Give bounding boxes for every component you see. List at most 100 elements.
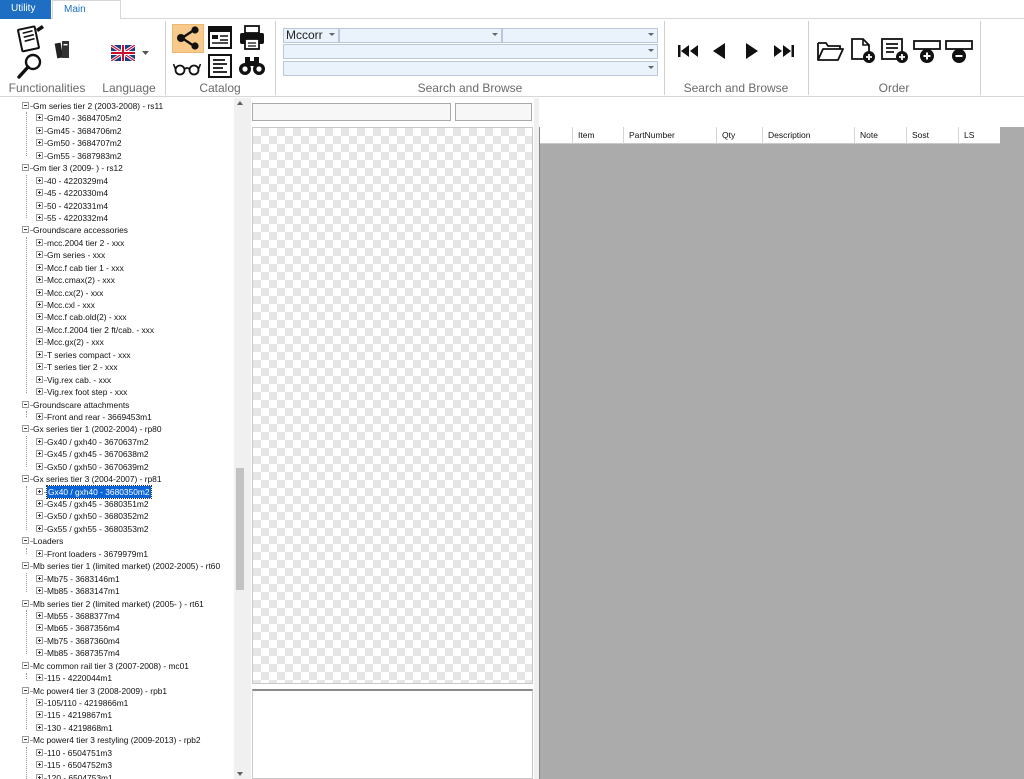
expand-icon[interactable] [36, 276, 43, 284]
tree-leaf[interactable]: Mcc.cxl - xxx [0, 299, 234, 311]
catalog-combo-5[interactable] [283, 61, 658, 76]
collapse-icon[interactable] [22, 475, 29, 483]
previous-record-icon[interactable] [710, 41, 728, 61]
expand-icon[interactable] [36, 388, 43, 396]
collapse-icon[interactable] [22, 400, 29, 408]
collapse-icon[interactable] [22, 736, 29, 744]
search-icon[interactable] [16, 52, 46, 80]
tree-leaf[interactable]: 115 - 4220044m1 [0, 672, 234, 684]
column-header-note[interactable]: Note [854, 127, 906, 144]
tree-leaf[interactable]: T series tier 2 - xxx [0, 361, 234, 373]
tree-node[interactable]: Groundscare accessories [0, 224, 234, 236]
expand-icon[interactable] [36, 699, 43, 706]
expand-icon[interactable] [36, 487, 43, 495]
collapse-icon[interactable] [22, 562, 29, 570]
tree-leaf[interactable]: Front loaders - 3679979m1 [0, 548, 234, 560]
tree-leaf[interactable]: Gx45 / gxh45 - 3670638m2 [0, 448, 234, 460]
tree-leaf[interactable]: 115 - 4219867m1 [0, 709, 234, 721]
collapse-icon[interactable] [22, 686, 29, 694]
expand-icon[interactable] [36, 773, 43, 779]
scroll-down-icon[interactable] [237, 772, 243, 776]
tree-leaf[interactable]: Gm series - xxx [0, 249, 234, 261]
tree-leaf[interactable]: Mcc.f cab.old(2) - xxx [0, 311, 234, 323]
books-icon[interactable] [54, 39, 72, 61]
new-document-icon[interactable] [849, 37, 877, 65]
parts-grid[interactable]: Item PartNumber Qty Description Note Sos… [539, 127, 1024, 779]
expand-icon[interactable] [36, 587, 43, 595]
expand-icon[interactable] [36, 450, 43, 458]
drawing-notes-area[interactable] [252, 689, 533, 779]
collapse-icon[interactable] [22, 599, 29, 607]
collapse-icon[interactable] [22, 661, 29, 669]
remove-row-icon[interactable] [944, 39, 974, 65]
tree-leaf[interactable]: Gx50 / gxh50 - 3680352m2 [0, 510, 234, 522]
expand-icon[interactable] [36, 139, 43, 147]
tree-leaf[interactable]: Mcc.cx(2) - xxx [0, 287, 234, 299]
tree-leaf[interactable]: Gx50 / gxh50 - 3670639m2 [0, 461, 234, 473]
expand-icon[interactable] [36, 251, 43, 259]
expand-icon[interactable] [36, 574, 43, 582]
tree-leaf[interactable]: Mb75 - 3687360m4 [0, 635, 234, 647]
tree-leaf[interactable]: Mb75 - 3683146m1 [0, 573, 234, 585]
expand-icon[interactable] [36, 524, 43, 532]
expand-icon[interactable] [36, 350, 43, 358]
tree-leaf[interactable]: 120 - 6504753m1 [0, 772, 234, 779]
drawing-page-field[interactable] [455, 103, 532, 121]
expand-icon[interactable] [36, 189, 43, 197]
expand-icon[interactable] [36, 288, 43, 296]
tree-leaf[interactable]: Mb65 - 3687356m4 [0, 622, 234, 634]
tree-node[interactable]: Gm tier 3 (2009- ) - rs12 [0, 162, 234, 174]
tree-leaf[interactable]: Gm40 - 3684705m2 [0, 112, 234, 124]
catalog-combo-4[interactable] [283, 44, 658, 59]
tree-leaf[interactable]: 115 - 6504752m3 [0, 759, 234, 771]
next-record-icon[interactable] [743, 41, 761, 61]
expand-icon[interactable] [36, 338, 43, 346]
tree-leaf[interactable]: 130 - 4219868m1 [0, 722, 234, 734]
scroll-up-icon[interactable] [237, 101, 243, 105]
expand-icon[interactable] [36, 437, 43, 445]
tree-node[interactable]: Mb series tier 1 (limited market) (2002-… [0, 560, 234, 572]
collapse-icon[interactable] [22, 425, 29, 433]
tree-leaf[interactable]: Mcc.cmax(2) - xxx [0, 274, 234, 286]
expand-icon[interactable] [36, 636, 43, 644]
collapse-icon[interactable] [22, 102, 29, 109]
expand-icon[interactable] [36, 500, 43, 507]
tree-leaf[interactable]: Mcc.f cab tier 1 - xxx [0, 262, 234, 274]
tree-scrollbar-thumb[interactable] [236, 468, 244, 590]
column-header-qty[interactable]: Qty [716, 127, 762, 144]
tree-node[interactable]: Groundscare attachments [0, 399, 234, 411]
tree-node[interactable]: Gx series tier 1 (2002-2004) - rp80 [0, 423, 234, 435]
expand-icon[interactable] [36, 301, 43, 308]
expand-icon[interactable] [36, 363, 43, 371]
expand-icon[interactable] [36, 151, 43, 159]
catalog-tree[interactable]: Gm series tier 2 (2003-2008) - rs11 Gm40 … [0, 98, 246, 779]
tree-leaf[interactable]: 50 - 4220331m4 [0, 200, 234, 212]
collapse-icon[interactable] [22, 226, 29, 234]
catalog-combo-3[interactable] [502, 28, 658, 43]
expand-icon[interactable] [36, 649, 43, 657]
tree-leaf[interactable]: Mcc.f.2004 tier 2 ft/cab. - xxx [0, 324, 234, 336]
catalog-combo-1[interactable]: Mccorr [283, 28, 339, 43]
expand-icon[interactable] [36, 176, 43, 184]
expand-icon[interactable] [36, 313, 43, 321]
tree-leaf[interactable]: Gx40 / gxh40 - 3680350m2 [0, 484, 234, 499]
last-record-icon[interactable] [773, 43, 795, 59]
expand-icon[interactable] [36, 126, 43, 134]
tree-leaf[interactable]: Gm45 - 3684706m2 [0, 125, 234, 137]
add-list-item-icon[interactable] [880, 37, 910, 65]
tab-utility[interactable]: Utility [0, 0, 51, 19]
uk-flag-icon[interactable] [111, 45, 135, 61]
column-header-sost[interactable]: Sost [906, 127, 958, 144]
tree-leaf[interactable]: Mb85 - 3687357m4 [0, 647, 234, 659]
document-list-icon[interactable] [207, 53, 233, 79]
expand-icon[interactable] [36, 723, 43, 731]
column-header-ls[interactable]: LS [958, 127, 1000, 144]
expand-icon[interactable] [36, 325, 43, 333]
tree-scrollbar[interactable] [234, 98, 246, 779]
column-header-description[interactable]: Description [762, 127, 854, 144]
drawing-viewer[interactable] [252, 127, 533, 684]
expand-icon[interactable] [36, 201, 43, 209]
column-header-item[interactable]: Item [572, 127, 622, 144]
column-header-part-number[interactable]: PartNumber [623, 127, 717, 144]
expand-icon[interactable] [36, 512, 43, 520]
